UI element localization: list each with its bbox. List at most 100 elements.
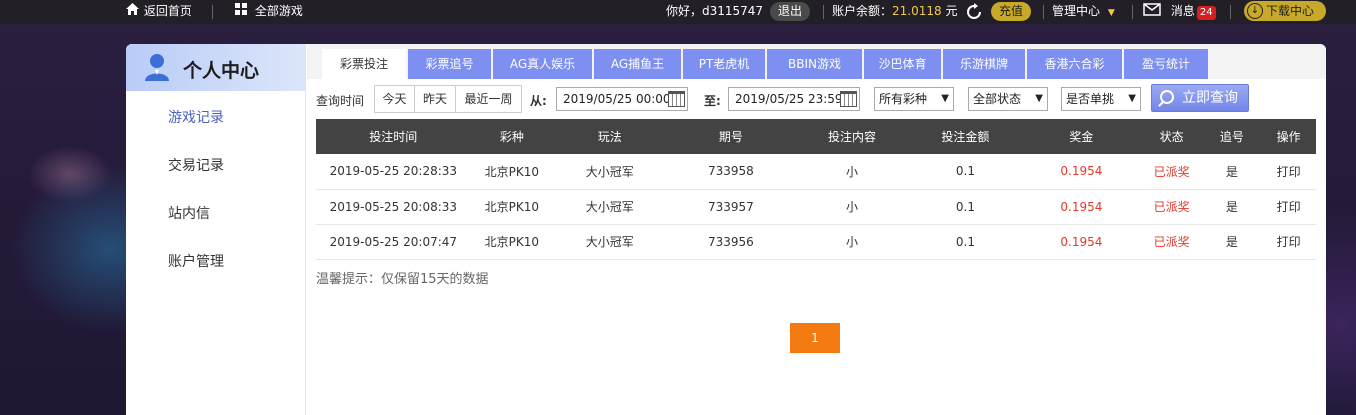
dropdown-arrow-icon: ▼ xyxy=(941,93,949,104)
divider xyxy=(212,5,213,19)
tab-profit-stats[interactable]: 盈亏统计 xyxy=(1124,49,1208,79)
calendar-icon[interactable] xyxy=(840,91,857,107)
col-content: 投注内容 xyxy=(795,119,909,154)
sidebar-title: 个人中心 xyxy=(183,60,260,82)
home-label: 返回首页 xyxy=(143,4,192,18)
divider xyxy=(1043,5,1044,19)
sidebar-item-account[interactable]: 账户管理 xyxy=(168,251,224,271)
bet-records-table: 投注时间 彩种 玩法 期号 投注内容 投注金额 奖金 状态 追号 操作 2019… xyxy=(316,119,1316,260)
recharge-label: 充值 xyxy=(991,2,1032,21)
user-avatar-icon xyxy=(144,53,170,81)
prize-cell: 0.1954 xyxy=(1022,224,1141,260)
col-status: 状态 xyxy=(1140,119,1203,154)
today-button[interactable]: 今天 xyxy=(375,86,415,112)
from-date-input[interactable]: 2019/05/25 00:00 xyxy=(556,87,688,111)
messages-label: 消息 xyxy=(1170,4,1195,18)
play-cell: 大小冠军 xyxy=(553,154,667,190)
status-value: 全部状态 xyxy=(973,92,1022,106)
chase-cell: 是 xyxy=(1202,224,1262,260)
lottery-cell: 北京PK10 xyxy=(470,189,554,225)
retention-tip: 温馨提示：仅保留15天的数据 xyxy=(316,272,489,287)
content-cell: 小 xyxy=(795,224,909,260)
from-date-value: 2019/05/25 00:00 xyxy=(563,92,671,106)
greeting: 你好，d3115747 xyxy=(666,4,764,18)
lottery-cell: 北京PK10 xyxy=(470,224,554,260)
all-games-link[interactable]: 全部游戏 xyxy=(235,0,303,24)
issue-cell: 733957 xyxy=(666,189,796,225)
recharge-button[interactable]: 充值 xyxy=(991,0,1032,24)
all-games-label: 全部游戏 xyxy=(254,4,303,18)
table-row: 2019-05-25 20:08:33 北京PK10 大小冠军 733957 小… xyxy=(316,189,1316,225)
bet-time-cell: 2019-05-25 20:08:33 xyxy=(316,189,471,225)
sidebar-item-transactions[interactable]: 交易记录 xyxy=(168,155,224,175)
print-link[interactable]: 打印 xyxy=(1261,154,1316,190)
manage-menu[interactable]: 管理中心 ▼ xyxy=(1052,0,1115,24)
balance-unit: 元 xyxy=(945,4,958,18)
print-link[interactable]: 打印 xyxy=(1261,224,1316,260)
tab-lottery-chase[interactable]: 彩票追号 xyxy=(408,49,491,79)
page-button-current[interactable]: 1 xyxy=(790,323,840,353)
col-prize: 奖金 xyxy=(1022,119,1141,154)
prize-cell: 0.1954 xyxy=(1022,154,1141,190)
balance: 账户余额：21.0118 元 xyxy=(832,0,957,24)
download-center-button[interactable]: ↓ 下载中心 xyxy=(1244,1,1326,21)
divider xyxy=(1132,5,1133,19)
yesterday-button[interactable]: 昨天 xyxy=(415,86,456,112)
last-week-button[interactable]: 最近一周 xyxy=(456,86,521,112)
status-select[interactable]: 全部状态 ▼ xyxy=(968,87,1048,111)
to-date-value: 2019/05/25 23:59 xyxy=(735,92,843,106)
lottery-cell: 北京PK10 xyxy=(470,154,554,190)
main-panel: 个人中心 游戏记录 交易记录 站内信 账户管理 彩票投注 彩票追号 AG真人娱乐… xyxy=(126,44,1326,415)
sidebar-item-inbox[interactable]: 站内信 xyxy=(168,203,210,223)
sidebar-item-game-records[interactable]: 游戏记录 xyxy=(168,107,224,127)
col-chase: 追号 xyxy=(1202,119,1262,154)
col-amount: 投注金额 xyxy=(908,119,1023,154)
to-date-input[interactable]: 2019/05/25 23:59 xyxy=(728,87,860,111)
manage-label: 管理中心 xyxy=(1052,4,1101,18)
tab-hk-marksix[interactable]: 香港六合彩 xyxy=(1027,49,1122,79)
tab-saba-sports[interactable]: 沙巴体育 xyxy=(864,49,941,79)
home-link[interactable]: 返回首页 xyxy=(126,0,192,24)
query-button[interactable]: 立即查询 xyxy=(1151,84,1249,112)
balance-value: 21.0118 xyxy=(892,4,942,18)
divider xyxy=(823,5,824,19)
print-link[interactable]: 打印 xyxy=(1261,189,1316,225)
tab-pt-slots[interactable]: PT老虎机 xyxy=(683,49,765,79)
download-label: 下载中心 xyxy=(1266,4,1315,18)
table-row: 2019-05-25 20:28:33 北京PK10 大小冠军 733958 小… xyxy=(316,154,1316,190)
status-cell: 已派奖 xyxy=(1140,224,1203,260)
chase-cell: 是 xyxy=(1202,189,1262,225)
from-label: 从: xyxy=(530,94,547,108)
content-cell: 小 xyxy=(795,189,909,225)
quick-range-group: 今天 昨天 最近一周 xyxy=(374,85,522,113)
calendar-icon[interactable] xyxy=(668,91,685,107)
tab-lottery-bets[interactable]: 彩票投注 xyxy=(322,49,406,79)
tab-leyou-chess[interactable]: 乐游棋牌 xyxy=(943,49,1025,79)
amount-cell: 0.1 xyxy=(908,189,1023,225)
messages-count-badge: 24 xyxy=(1196,6,1216,20)
col-issue: 期号 xyxy=(666,119,796,154)
tab-ag-fishing[interactable]: AG捕鱼王 xyxy=(594,49,681,79)
col-bet-time: 投注时间 xyxy=(316,119,471,154)
status-cell: 已派奖 xyxy=(1140,189,1203,225)
tab-ag-live[interactable]: AG真人娱乐 xyxy=(493,49,592,79)
grid-icon xyxy=(235,0,251,22)
divider xyxy=(1230,5,1231,19)
logout-button[interactable]: 退出 xyxy=(770,0,811,24)
play-cell: 大小冠军 xyxy=(553,224,667,260)
home-icon xyxy=(126,0,140,22)
lottery-type-select[interactable]: 所有彩种 ▼ xyxy=(874,87,954,111)
single-bet-value: 是否单挑 xyxy=(1066,92,1115,106)
messages-link[interactable]: 消息 24 xyxy=(1143,0,1216,24)
single-bet-select[interactable]: 是否单挑 ▼ xyxy=(1061,87,1141,111)
tab-bbin[interactable]: BBIN游戏 xyxy=(767,49,862,79)
prize-cell: 0.1954 xyxy=(1022,189,1141,225)
sidebar-header: 个人中心 xyxy=(126,44,305,91)
query-time-label: 查询时间 xyxy=(316,94,365,108)
dropdown-arrow-icon: ▼ xyxy=(1035,93,1043,104)
refresh-icon[interactable] xyxy=(966,0,982,24)
logout-label: 退出 xyxy=(770,2,811,21)
amount-cell: 0.1 xyxy=(908,224,1023,260)
download-icon: ↓ xyxy=(1247,3,1263,19)
search-icon xyxy=(1160,90,1174,104)
